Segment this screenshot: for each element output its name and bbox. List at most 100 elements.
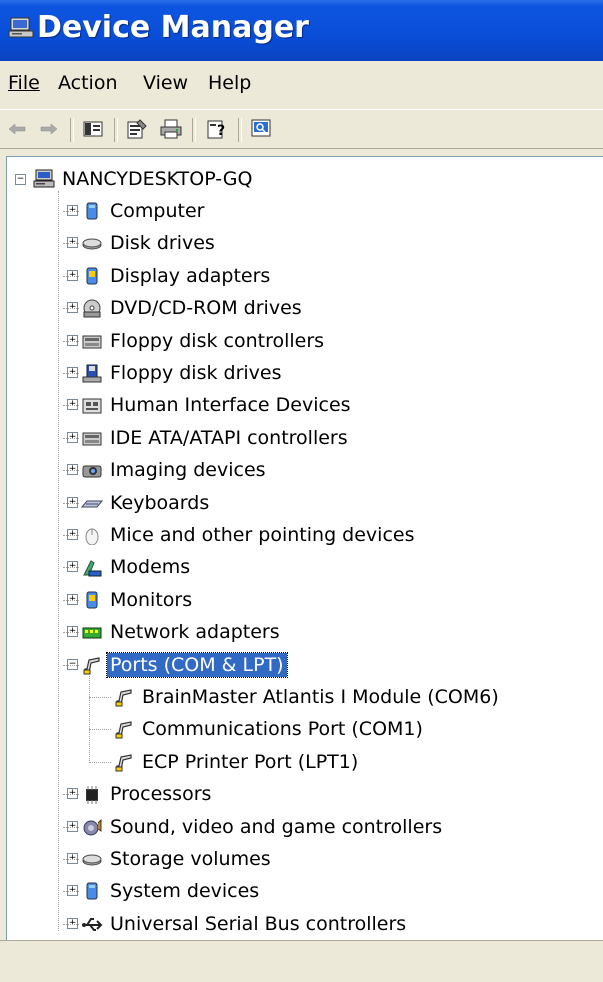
tree-guide-line: [63, 340, 79, 342]
tree-item-display-adapters[interactable]: + Display adapters: [67, 261, 273, 291]
floppy-drive-icon: [81, 362, 103, 384]
print-button[interactable]: [158, 116, 184, 142]
port-icon: [113, 751, 135, 773]
tree-item-label: Mice and other pointing devices: [110, 524, 415, 546]
menu-file-label: File: [8, 72, 40, 94]
menu-file[interactable]: File: [8, 72, 40, 94]
tree-item-monitors[interactable]: + Monitors: [67, 585, 195, 615]
hid-icon: [81, 394, 103, 416]
scan-hardware-icon: [251, 119, 271, 137]
tree-item-ports-com-lpt[interactable]: − Ports (COM & LPT): [67, 650, 288, 680]
tree-item-ide-ata-atapi-controllers[interactable]: + IDE ATA/ATAPI controllers: [67, 423, 351, 453]
tree-item-label: Universal Serial Bus controllers: [110, 912, 407, 935]
dvd-drive-icon: [81, 297, 103, 319]
tree-item-communications-port-com1[interactable]: Communications Port (COM1): [113, 714, 426, 744]
tree-item-storage-volumes[interactable]: + Storage volumes: [67, 844, 274, 874]
tree-guide-line: [63, 599, 79, 601]
scan-hardware-button[interactable]: [248, 116, 274, 142]
usb-icon: [81, 913, 103, 935]
tree-item-ecp-printer-port-lpt1[interactable]: ECP Printer Port (LPT1): [113, 747, 361, 777]
tree-item-label: Storage volumes: [110, 848, 271, 870]
tree-guide-line: [63, 470, 79, 472]
keyboard-icon: [81, 492, 103, 514]
tree-guide-line: [63, 308, 79, 310]
collapse-icon[interactable]: −: [15, 174, 26, 185]
tree-guide-line: [63, 567, 79, 569]
tree-item-label: Imaging devices: [110, 459, 266, 482]
tree-item-keyboards[interactable]: + Keyboards: [67, 488, 212, 518]
tree-item-label: Communications Port (COM1): [142, 718, 423, 741]
back-button[interactable]: [4, 116, 30, 142]
tree-guide-line: [63, 859, 79, 860]
toolbar-separator: [238, 118, 242, 142]
tree-item-label: ECP Printer Port (LPT1): [142, 750, 359, 773]
tree-item-modems[interactable]: + Modems: [67, 552, 193, 582]
tree-guide-line: [63, 923, 79, 925]
forward-button[interactable]: [36, 116, 62, 142]
tree-item-floppy-disk-controllers[interactable]: + Floppy disk controllers: [67, 326, 327, 356]
tree-item-brainmaster-atlantis-i-module-com6[interactable]: BrainMaster Atlantis I Module (COM6): [113, 682, 502, 712]
tree-item-label: IDE ATA/ATAPI controllers: [110, 426, 348, 449]
tree-guide-line: [63, 664, 79, 666]
floppy-controller-icon: [81, 330, 103, 352]
tree-item-dvd-cd-rom-drives[interactable]: + DVD/CD-ROM drives: [67, 293, 305, 323]
tree-item-system-devices[interactable]: + System devices: [67, 876, 262, 906]
menu-action[interactable]: Action: [58, 72, 118, 94]
toolbar-separator: [114, 118, 118, 142]
tree-guide-line: [63, 437, 79, 439]
tree-guide-line: [63, 632, 79, 634]
tree-item-label: DVD/CD-ROM drives: [110, 297, 302, 320]
network-adapter-icon: [81, 621, 103, 643]
title-bar[interactable]: Device Manager: [0, 0, 603, 61]
tree-item-network-adapters[interactable]: + Network adapters: [67, 617, 283, 647]
toolbar-border: [0, 148, 603, 155]
forward-icon: [40, 123, 58, 135]
svg-text:?: ?: [217, 123, 225, 139]
properties-button[interactable]: [124, 116, 150, 142]
device-tree[interactable]: − NANCYDESKTOP-GQ + Computer + Disk drives +…: [6, 156, 603, 941]
tree-guide-line: [63, 243, 79, 245]
tree-item-label: Floppy disk drives: [110, 362, 282, 384]
system-device-icon: [81, 880, 103, 902]
port-icon: [113, 718, 135, 740]
tree-item-label: Modems: [110, 556, 191, 579]
window-title: Device Manager: [37, 10, 309, 45]
computer-icon: [81, 200, 103, 222]
tree-item-label: Disk drives: [110, 232, 215, 255]
tree-guide-line: [89, 761, 111, 763]
tree-guide-line: [63, 373, 79, 374]
tree-item-processors[interactable]: + Processors: [67, 779, 214, 809]
tree-item-computer[interactable]: + Computer: [67, 196, 207, 226]
tree-guide-line: [63, 891, 79, 893]
menu-bar: File Action View Help: [0, 61, 603, 109]
port-icon: [81, 654, 103, 676]
port-icon: [113, 686, 135, 708]
toolbar: ?: [0, 110, 603, 148]
menu-view[interactable]: View: [143, 72, 188, 94]
tree-item-floppy-disk-drives[interactable]: + Floppy disk drives: [67, 358, 285, 388]
menu-help[interactable]: Help: [208, 72, 251, 94]
tree-item-label: Computer: [110, 200, 205, 222]
tree-guide-line: [63, 826, 79, 828]
ide-controller-icon: [81, 427, 103, 449]
tree-item-universal-serial-bus-controllers[interactable]: + Universal Serial Bus controllers: [67, 909, 409, 939]
tree-item-sound-video-and-game-controllers[interactable]: + Sound, video and game controllers: [67, 812, 445, 842]
tree-item-label: Human Interface Devices: [110, 394, 351, 417]
tree-root[interactable]: − NANCYDESKTOP-GQ: [11, 164, 255, 194]
tree-item-disk-drives[interactable]: + Disk drives: [67, 228, 218, 258]
help-button[interactable]: ?: [204, 116, 230, 142]
display-adapter-icon: [81, 265, 103, 287]
status-bar: [0, 940, 603, 982]
tree-item-label: Processors: [110, 783, 212, 806]
tree-item-mice-and-other-pointing-devices[interactable]: + Mice and other pointing devices: [67, 520, 417, 550]
tree-item-label: BrainMaster Atlantis I Module (COM6): [142, 686, 499, 708]
mouse-icon: [81, 524, 103, 546]
imaging-device-icon: [81, 459, 103, 481]
show-hide-console-tree-button[interactable]: [80, 116, 106, 142]
tree-item-human-interface-devices[interactable]: + Human Interface Devices: [67, 390, 354, 420]
tree-guide-line: [63, 535, 79, 536]
tree-item-imaging-devices[interactable]: + Imaging devices: [67, 455, 269, 485]
toolbar-separator: [192, 118, 196, 142]
print-icon: [160, 119, 182, 139]
root-label: NANCYDESKTOP-GQ: [62, 168, 253, 190]
